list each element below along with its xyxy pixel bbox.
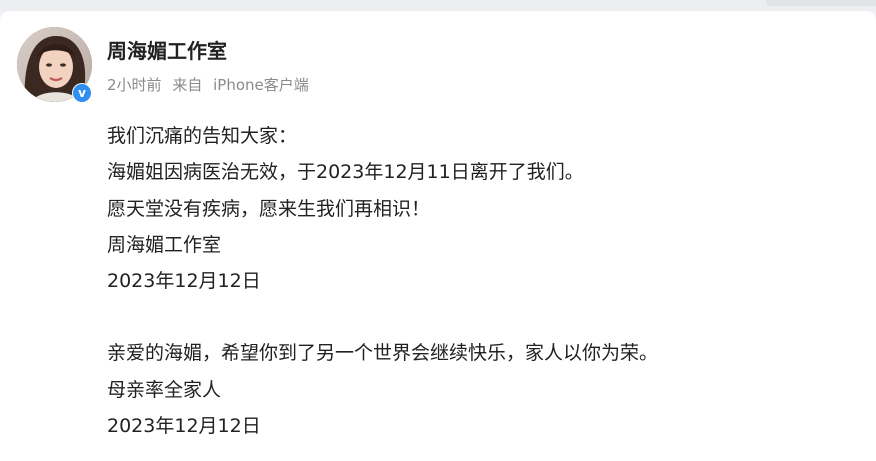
post-text-line: 愿天堂没有疾病，愿来生我们再相识！ bbox=[107, 197, 431, 220]
post-time[interactable]: 2小时前 bbox=[107, 76, 162, 94]
post-source-prefix: 来自 bbox=[172, 76, 203, 94]
verified-icon: v bbox=[73, 84, 91, 102]
top-strip-element bbox=[766, 0, 876, 6]
post-text-line: 亲爱的海媚，希望你到了另一个世界会继续快乐，家人以你为荣。 bbox=[107, 342, 659, 365]
post-source-client[interactable]: iPhone客户端 bbox=[213, 76, 309, 94]
top-strip bbox=[0, 0, 876, 11]
post-body: 我们沉痛的告知大家： 海媚姐因病医治无效，于2023年12月11日离开了我们。 … bbox=[107, 118, 847, 444]
paragraph-1: 我们沉痛的告知大家： 海媚姐因病医治无效，于2023年12月11日离开了我们。 … bbox=[107, 118, 847, 299]
author-avatar-wrap[interactable]: v bbox=[17, 27, 92, 103]
post-text-line: 母亲率全家人 bbox=[107, 378, 222, 401]
post-text-line: 我们沉痛的告知大家： bbox=[107, 125, 298, 147]
verified-badge: v bbox=[72, 83, 92, 103]
author-name[interactable]: 周海媚工作室 bbox=[107, 35, 227, 64]
paragraph-2: 亲爱的海媚，希望你到了另一个世界会继续快乐，家人以你为荣。 母亲率全家人 202… bbox=[107, 335, 847, 444]
post-text-line: 周海媚工作室 bbox=[107, 233, 222, 256]
post-text-line: 2023年12月12日 bbox=[107, 270, 261, 293]
post-meta: 2小时前 来自 iPhone客户端 bbox=[107, 74, 309, 95]
weibo-post-card: v 周海媚工作室 2小时前 来自 iPhone客户端 我们沉痛的告知大家： 海媚… bbox=[0, 11, 876, 461]
post-text-line: 海媚姐因病医治无效，于2023年12月11日离开了我们。 bbox=[107, 161, 584, 184]
post-text-line: 2023年12月12日 bbox=[107, 415, 261, 438]
